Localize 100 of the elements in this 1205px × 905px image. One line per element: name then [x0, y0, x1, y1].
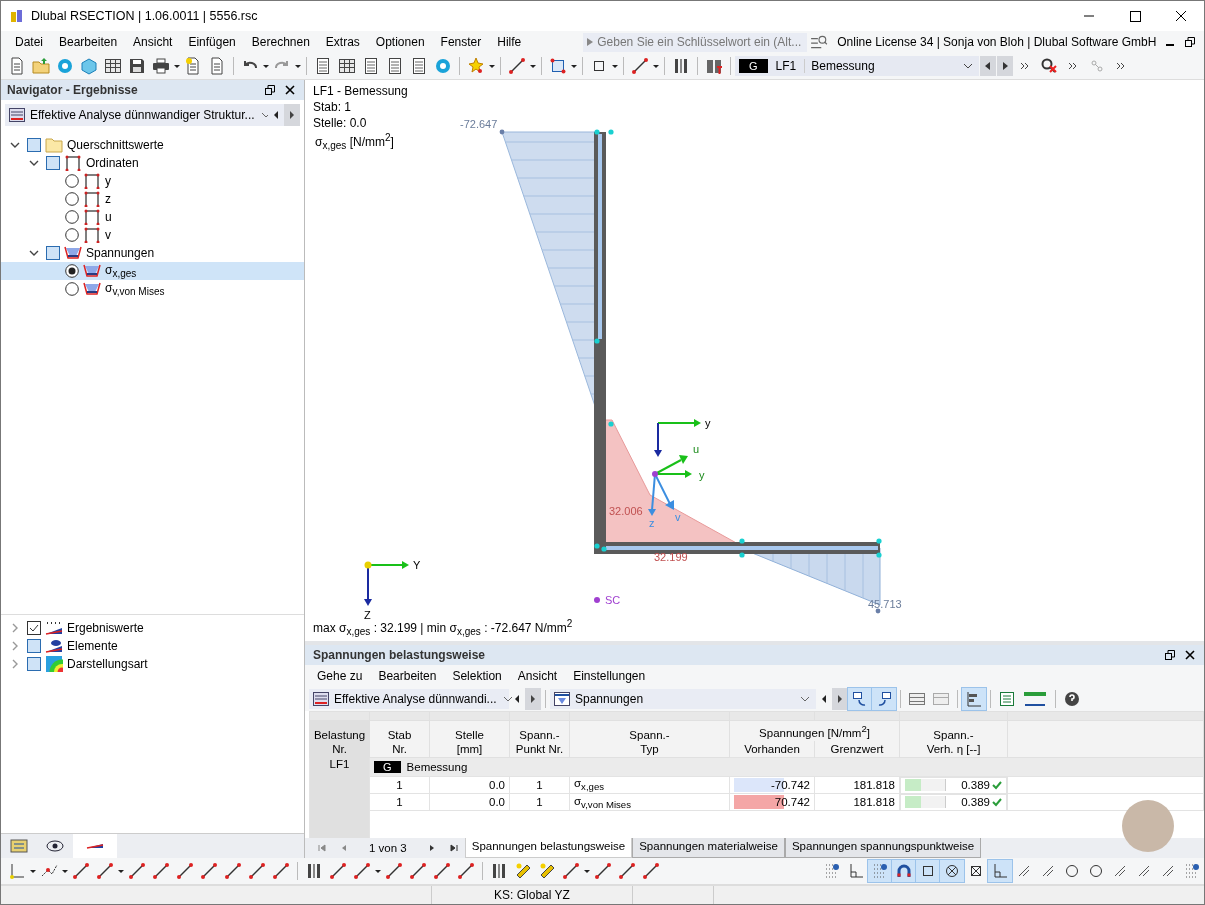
radio-button[interactable] — [65, 192, 79, 206]
section-icon — [83, 209, 101, 225]
axis-label: Y — [413, 559, 421, 571]
select-icon[interactable] — [872, 688, 896, 710]
menu-item[interactable]: Hilfe — [489, 35, 530, 49]
menu-item[interactable]: Einstellungen — [565, 669, 654, 683]
menu-item[interactable]: Berechnen — [243, 35, 318, 49]
bar-chart-icon[interactable] — [962, 688, 986, 710]
radio-button[interactable] — [65, 210, 79, 224]
axis-label: Z — [364, 609, 371, 621]
menu-item[interactable]: Extras — [317, 35, 368, 49]
tree-item[interactable]: Ergebniswerte — [67, 621, 144, 635]
point-icon — [875, 608, 881, 614]
radio-button[interactable] — [65, 264, 79, 278]
axis-label: z — [649, 517, 655, 529]
tab[interactable]: Spannungen spannungspunktweise — [784, 838, 982, 858]
previous-icon[interactable] — [980, 56, 996, 76]
tree-item[interactable]: v — [105, 228, 111, 242]
stress-diagram-icon — [83, 281, 101, 297]
menu-item[interactable]: Bearbeiten — [51, 35, 126, 49]
checkbox[interactable] — [27, 639, 41, 653]
module-dropdown[interactable]: Effektive Analyse dünnwandi... — [309, 689, 509, 709]
tree-item[interactable]: u — [105, 210, 112, 224]
tree-item[interactable]: Querschnittswerte — [67, 138, 164, 152]
section-icon — [64, 155, 82, 171]
search-field[interactable]: Geben Sie ein Schlüsselwort ein (Alt... — [583, 32, 808, 52]
result-type-dropdown[interactable]: Spannungen — [550, 689, 816, 709]
select-icon[interactable] — [848, 688, 872, 710]
results-tab[interactable] — [73, 834, 117, 858]
close-icon[interactable] — [284, 84, 296, 96]
radio-button[interactable] — [65, 228, 79, 242]
stress-value: 45.713 — [868, 598, 902, 610]
menu-item[interactable]: Fenster — [432, 35, 490, 49]
restore-icon[interactable] — [1184, 36, 1197, 48]
magnet-icon[interactable] — [892, 860, 916, 882]
tree-item[interactable]: σ$_{v,von Mises}$ — [105, 280, 165, 298]
chevron-icon — [502, 696, 513, 702]
checkbox[interactable] — [27, 138, 41, 152]
result-values-icon — [45, 620, 63, 636]
radio-button[interactable] — [65, 282, 79, 296]
menu-item[interactable]: Bearbeiten — [370, 669, 445, 683]
view-info: Stab: 1 — [313, 100, 352, 114]
column-header: Stab Nr. — [387, 727, 412, 756]
column-header: Spann.- Typ — [629, 727, 670, 756]
checkbox[interactable] — [46, 246, 60, 260]
menu-item[interactable]: Einfügen — [180, 35, 244, 49]
panel-title: Spannungen belastungsweise — [313, 648, 487, 662]
radio-button[interactable] — [65, 174, 79, 188]
menu-item[interactable]: Ansicht — [509, 669, 566, 683]
menu-item[interactable]: Datei — [7, 35, 51, 49]
next-icon[interactable] — [832, 688, 848, 710]
folder-icon[interactable] — [29, 55, 53, 77]
square-icon[interactable] — [916, 860, 940, 882]
restore-icon[interactable] — [264, 84, 276, 96]
last-page-icon[interactable] — [448, 843, 459, 853]
section-icon — [83, 227, 101, 243]
menu-item[interactable]: Selektion — [444, 669, 510, 683]
axis-label: u — [693, 443, 700, 455]
arrow-icon — [587, 38, 594, 46]
restore-icon[interactable] — [1164, 649, 1176, 661]
checkbox[interactable] — [46, 156, 60, 170]
table-cell: 1 — [396, 796, 403, 809]
close-icon[interactable] — [1184, 649, 1196, 661]
next-icon[interactable] — [284, 104, 300, 126]
table-cell: LF1 — [329, 757, 350, 770]
tree-item[interactable]: y — [105, 174, 111, 188]
tree-item[interactable]: σ$_{x,ges}$ — [105, 262, 137, 280]
table-cell: -70.742 — [771, 779, 810, 792]
tree-item[interactable]: Elemente — [67, 639, 118, 653]
checkbox[interactable] — [27, 621, 41, 635]
chevron-icon — [963, 63, 973, 69]
column-header: Grenzwert — [830, 741, 884, 756]
menu-item[interactable]: Optionen — [367, 35, 433, 49]
menu-item[interactable]: Ansicht — [125, 35, 181, 49]
menu-item[interactable]: Gehe zu — [309, 669, 371, 683]
status-text: KS: Global YZ — [432, 886, 633, 904]
tab[interactable]: Spannungen belastungsweise — [464, 838, 633, 858]
point-icon — [499, 129, 505, 135]
column-header: Spann.- Verh. η [--] — [926, 727, 981, 756]
table-cell: 181.818 — [853, 796, 895, 809]
global-axes-drawing — [364, 561, 409, 606]
data-icon — [10, 838, 28, 854]
view-info: Stelle: 0.0 — [313, 116, 367, 130]
tree-item[interactable]: Spannungen — [86, 246, 155, 260]
tree-item[interactable]: z — [105, 192, 111, 206]
section-icon — [83, 191, 101, 207]
next-icon[interactable] — [997, 56, 1013, 76]
next-icon[interactable] — [525, 688, 541, 710]
panel-title: Navigator - Ergebnisse — [7, 83, 139, 97]
table-cell: σ$_{x,ges}$ — [574, 777, 604, 790]
tab[interactable]: Spannungen materialweise — [632, 838, 785, 858]
checkbox[interactable] — [27, 657, 41, 671]
grid-icon[interactable] — [868, 860, 892, 882]
load-case-dropdown[interactable]: G LF1 Bemessung — [735, 56, 979, 76]
first-page-icon[interactable] — [317, 843, 327, 853]
column-header: Belastung Nr. — [313, 727, 366, 756]
window-title: Dlubal RSECTION | 1.06.0011 | 5556.rsc — [31, 9, 258, 23]
tree-item[interactable]: Ordinaten — [86, 156, 139, 170]
table-cell: 70.742 — [774, 796, 810, 809]
tree-item[interactable]: Darstellungsart — [67, 657, 148, 671]
